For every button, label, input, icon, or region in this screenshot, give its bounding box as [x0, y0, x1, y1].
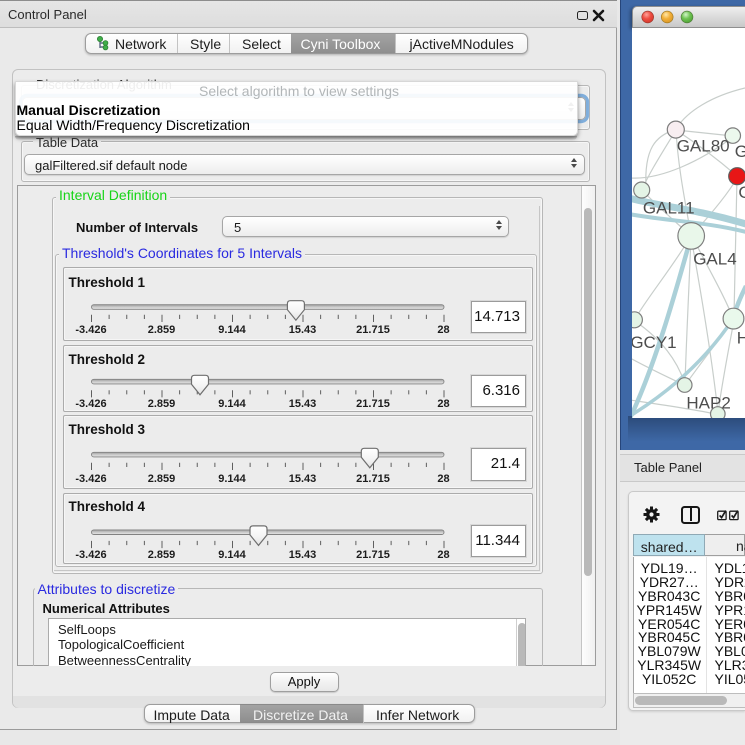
svg-text:GAL11: GAL11	[642, 199, 694, 218]
svg-text:CD: CD	[738, 183, 745, 202]
svg-text:GAL4: GAL4	[693, 250, 736, 269]
svg-text:GAL: GAL	[734, 142, 745, 161]
svg-text:HIS: HIS	[736, 329, 745, 348]
svg-text:GCY1: GCY1	[632, 333, 677, 352]
svg-text:HAP2: HAP2	[686, 394, 730, 413]
svg-text:GAL80: GAL80	[676, 137, 729, 156]
